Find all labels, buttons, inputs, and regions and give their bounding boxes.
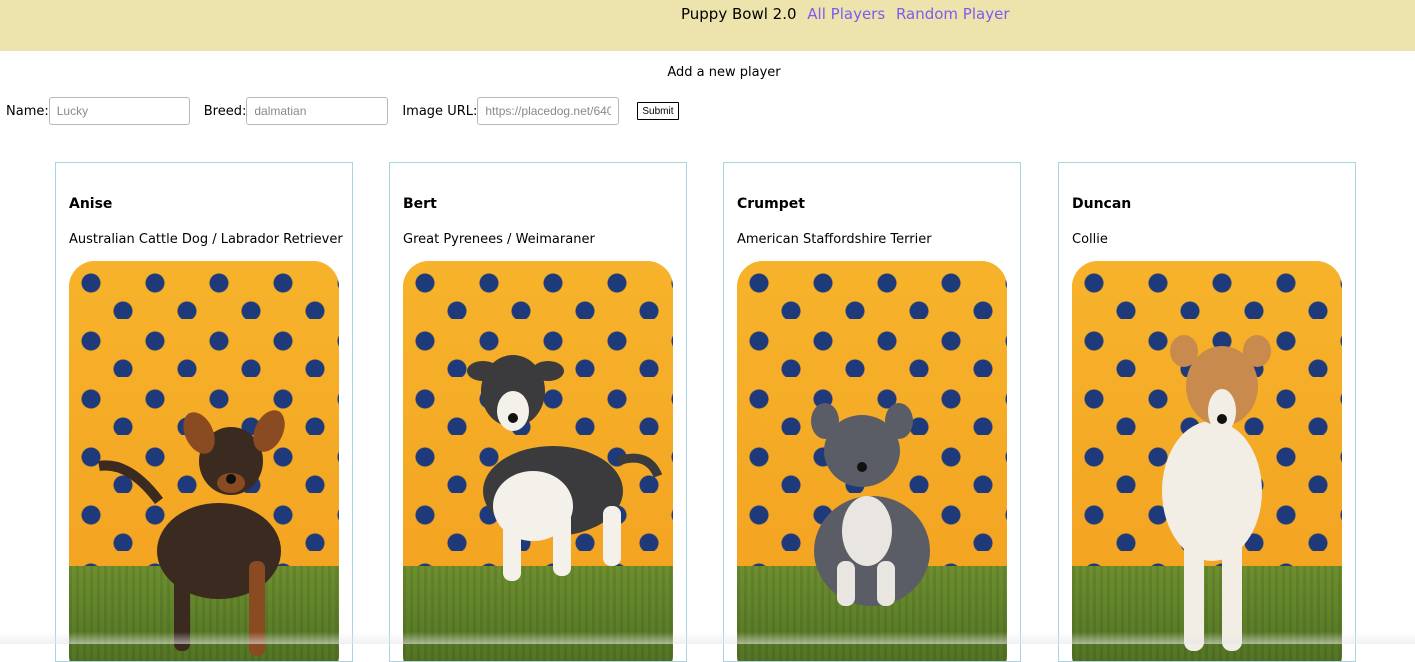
breed-label: Breed: xyxy=(203,103,247,119)
player-name: Bert xyxy=(403,196,437,212)
player-breed: Australian Cattle Dog / Labrador Retriev… xyxy=(69,232,343,247)
breed-input[interactable] xyxy=(246,97,389,125)
player-breed: Great Pyrenees / Weimaraner xyxy=(403,232,595,247)
player-name: Anise xyxy=(69,196,113,212)
dog-figure xyxy=(1162,335,1271,651)
player-name: Crumpet xyxy=(737,196,805,212)
header-bar: Puppy Bowl 2.0 All Players Random Player xyxy=(0,0,1415,51)
player-breed: Collie xyxy=(1072,232,1108,247)
dog-figure xyxy=(811,403,930,606)
random-player-link[interactable]: Random Player xyxy=(896,5,1010,23)
site-title: Puppy Bowl 2.0 xyxy=(681,5,797,23)
dog-figure xyxy=(467,355,663,581)
bottom-fade xyxy=(0,632,1415,644)
all-players-link[interactable]: All Players xyxy=(807,5,885,23)
form-title: Add a new player xyxy=(667,65,781,80)
player-card[interactable]: Crumpet American Staffordshire Terrier xyxy=(723,162,1021,662)
player-name: Duncan xyxy=(1072,196,1132,212)
player-photo[interactable] xyxy=(737,261,1007,661)
player-card[interactable]: Bert Great Pyrenees / Weimaraner xyxy=(389,162,687,662)
dog-figure xyxy=(98,410,285,656)
image-url-input[interactable] xyxy=(477,97,620,125)
submit-button[interactable]: Submit xyxy=(637,102,679,120)
player-photo[interactable] xyxy=(69,261,339,661)
player-photo[interactable] xyxy=(1072,261,1342,661)
player-breed: American Staffordshire Terrier xyxy=(737,232,932,247)
player-photo[interactable] xyxy=(403,261,673,661)
player-card[interactable]: Anise Australian Cattle Dog / Labrador R… xyxy=(55,162,353,662)
new-player-form: Name: Breed: Image URL: Submit xyxy=(6,96,679,126)
header-nav: Puppy Bowl 2.0 All Players Random Player xyxy=(681,5,1016,23)
image-url-label: Image URL: xyxy=(402,103,478,119)
name-input[interactable] xyxy=(48,97,190,125)
player-card[interactable]: Duncan Collie xyxy=(1058,162,1356,662)
name-label: Name: xyxy=(6,103,49,119)
